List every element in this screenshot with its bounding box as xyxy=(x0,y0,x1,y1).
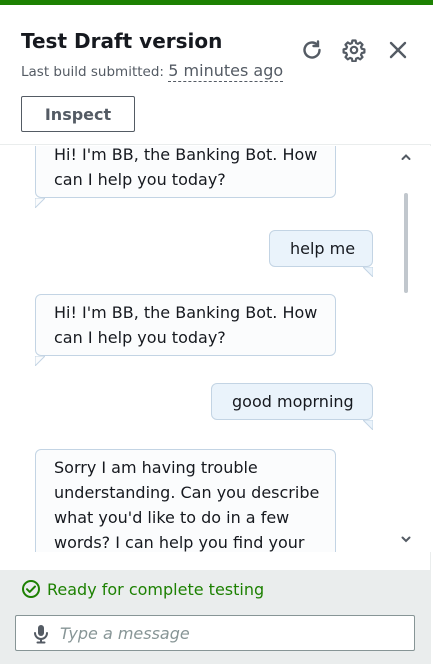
chat-transcript: Hi! I'm BB, the Banking Bot. How can I h… xyxy=(0,146,431,552)
status-text: Ready for complete testing xyxy=(47,579,265,599)
scroll-down-chevron-icon[interactable] xyxy=(399,532,413,546)
panel-title: Test Draft version xyxy=(21,29,223,53)
check-circle-icon xyxy=(22,580,40,598)
bot-message-text: Hi! I'm BB, the Banking Bot. How can I h… xyxy=(54,303,318,347)
bubble-tail xyxy=(35,198,45,208)
user-message-text: good moprning xyxy=(232,392,354,411)
bot-message-text: Sorry I am having trouble understanding.… xyxy=(54,458,320,552)
bubble-tail xyxy=(363,420,373,430)
chat-scrollbar-thumb[interactable] xyxy=(404,193,408,293)
user-message: good moprning xyxy=(211,383,373,430)
test-bot-panel: Test Draft version Last build submitted:… xyxy=(0,0,433,664)
bot-message: Hi! I'm BB, the Banking Bot. How can I h… xyxy=(35,294,336,366)
build-status-line: Last build submitted: 5 minutes ago xyxy=(21,61,284,82)
user-message-text: help me xyxy=(290,239,356,258)
panel-header: Test Draft version Last build submitted:… xyxy=(0,5,431,145)
scroll-up-chevron-icon[interactable] xyxy=(399,150,413,164)
microphone-icon[interactable] xyxy=(32,624,50,644)
close-icon[interactable] xyxy=(385,37,411,63)
inspect-button[interactable]: Inspect xyxy=(21,96,135,132)
message-composer xyxy=(15,615,415,651)
testing-status: Ready for complete testing xyxy=(21,579,264,599)
bot-message: Hi! I'm BB, the Banking Bot. How can I h… xyxy=(35,146,336,208)
message-input[interactable] xyxy=(60,618,400,648)
settings-gear-icon[interactable] xyxy=(341,37,367,63)
user-message: help me xyxy=(269,230,373,277)
bot-message-text: Hi! I'm BB, the Banking Bot. How can I h… xyxy=(54,146,318,189)
build-status-label: Last build submitted: xyxy=(21,64,169,80)
refresh-icon[interactable] xyxy=(299,37,325,63)
bubble-tail xyxy=(35,356,45,366)
bot-message: Sorry I am having trouble understanding.… xyxy=(35,449,336,552)
build-time[interactable]: 5 minutes ago xyxy=(168,61,284,82)
bubble-tail xyxy=(363,267,373,277)
